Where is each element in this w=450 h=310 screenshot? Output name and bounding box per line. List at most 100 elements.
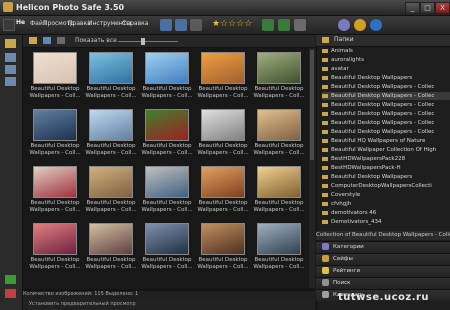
app-short-label: He	[16, 19, 26, 26]
print-icon[interactable]	[294, 19, 306, 31]
folder-item[interactable]: Beautiful Desktop Wallpapers - Collec	[322, 101, 450, 109]
thumbnail-item[interactable]: Beautiful Desktop Wallpapers - Coll...	[195, 52, 251, 107]
minimize-button[interactable]: _	[405, 2, 420, 14]
thumbnail-item[interactable]: Beautiful Desktop Wallpapers - Coll...	[83, 109, 139, 164]
folder-item[interactable]: Beautiful Desktop Wallpapers - Collec	[322, 119, 450, 127]
thumbnail-image[interactable]	[257, 109, 301, 141]
thumbnail-image[interactable]	[201, 223, 245, 255]
folder-item[interactable]: Demotivators_434	[322, 218, 450, 226]
thumbnail-image[interactable]	[201, 166, 245, 198]
thumbnail-item[interactable]: Beautiful Desktop Wallpapers - Coll...	[139, 52, 195, 107]
thumbnail-image[interactable]	[145, 109, 189, 141]
thumbnail-item[interactable]: Beautiful Desktop Wallpapers - Coll...	[139, 166, 195, 221]
thumbnail-image[interactable]	[89, 166, 133, 198]
folder-icon	[322, 192, 328, 197]
folder-label: Beautiful Desktop Wallpapers	[331, 174, 413, 180]
folder-icon	[322, 84, 328, 89]
view-list-icon[interactable]	[175, 19, 187, 31]
pictures-icon[interactable]	[5, 53, 16, 62]
folder-item[interactable]: BestHDWallpapersPack228	[322, 155, 450, 163]
thumbnail-image[interactable]	[33, 109, 77, 141]
folder-item[interactable]: auroralights	[322, 56, 450, 64]
panel-tab[interactable]: Рейтинги	[316, 265, 450, 277]
green-status-icon[interactable]	[5, 275, 16, 284]
folder-icon	[322, 66, 328, 71]
globe-icon[interactable]	[370, 19, 382, 31]
arrow-icon[interactable]	[57, 37, 65, 44]
export-icon[interactable]	[278, 19, 290, 31]
panel-tab[interactable]: Категории	[316, 241, 450, 253]
folder-item[interactable]: Beautiful Desktop Wallpapers - Collec	[322, 128, 450, 136]
thumbnail-image[interactable]	[145, 166, 189, 198]
rating-stars[interactable]: ★☆☆☆☆	[212, 19, 252, 29]
thumbnail-item[interactable]: Beautiful Desktop Wallpapers - Coll...	[195, 223, 251, 278]
folder-item[interactable]: Beautiful HQ Wallpapers of Nature	[322, 137, 450, 145]
folder-item[interactable]: Beautiful Desktop Wallpapers - Collec	[322, 110, 450, 118]
thumbnail-item[interactable]: Beautiful Desktop Wallpapers - Coll...	[251, 52, 307, 107]
thumbnail-item[interactable]: Beautiful Desktop Wallpapers - Coll...	[27, 223, 83, 278]
folder-item[interactable]: Beautiful Wallpaper Collection Of High	[322, 146, 450, 154]
folder-up-icon[interactable]	[29, 37, 37, 44]
thumbnail-item[interactable]: Beautiful Desktop Wallpapers - Coll...	[83, 52, 139, 107]
import-icon[interactable]	[262, 19, 274, 31]
thumbnail-item[interactable]: Beautiful Desktop Wallpapers - Coll...	[27, 109, 83, 164]
settings-icon[interactable]	[338, 19, 350, 31]
thumbnail-toolbar: Показать все	[23, 35, 315, 48]
panel-tab[interactable]: Сейфы	[316, 253, 450, 265]
thumbnail-image[interactable]	[145, 52, 189, 84]
selected-folder-path: Collection of Beautiful Desktop Wallpape…	[316, 231, 450, 240]
thumbnail-scrollbar-thumb[interactable]	[310, 50, 314, 160]
red-status-icon[interactable]	[5, 289, 16, 298]
folder-item[interactable]: cfvhgjh	[322, 200, 450, 208]
folder-icon[interactable]	[5, 39, 16, 48]
thumbnail-item[interactable]: Beautiful Desktop Wallpapers - Coll...	[195, 166, 251, 221]
maximize-button[interactable]: □	[420, 2, 435, 14]
thumbnail-image[interactable]	[257, 166, 301, 198]
safe-icon[interactable]	[354, 19, 366, 31]
thumbnail-item[interactable]: Beautiful Desktop Wallpapers - Coll...	[251, 166, 307, 221]
zoom-slider-thumb[interactable]	[141, 38, 145, 45]
thumbnail-item[interactable]: Beautiful Desktop Wallpapers - Coll...	[195, 109, 251, 164]
thumbnail-image[interactable]	[89, 223, 133, 255]
thumbnail-item[interactable]: Beautiful Desktop Wallpapers - Coll...	[251, 223, 307, 278]
thumbnail-item[interactable]: Beautiful Desktop Wallpapers - Coll...	[27, 52, 83, 107]
folder-item[interactable]: Beautiful Desktop Wallpapers	[322, 74, 450, 82]
view-grid-icon[interactable]	[160, 19, 172, 31]
pictures-icon-2[interactable]	[5, 65, 16, 74]
app-menu-icon[interactable]	[3, 19, 15, 31]
zoom-slider-track[interactable]	[118, 41, 178, 42]
folder-item[interactable]: avatar	[322, 65, 450, 73]
view-details-icon[interactable]	[190, 19, 202, 31]
thumbnail-image[interactable]	[33, 223, 77, 255]
thumbnail-image[interactable]	[145, 223, 189, 255]
folder-item[interactable]: demotivators 46	[322, 209, 450, 217]
thumbnail-image[interactable]	[89, 109, 133, 141]
thumbnail-image[interactable]	[201, 109, 245, 141]
thumbnail-image[interactable]	[33, 166, 77, 198]
thumbnail-item[interactable]: Beautiful Desktop Wallpapers - Coll...	[139, 109, 195, 164]
thumbnail-item[interactable]: Beautiful Desktop Wallpapers - Coll...	[251, 109, 307, 164]
close-button[interactable]: X	[435, 2, 450, 14]
thumbnail-caption: Beautiful Desktop Wallpapers - Coll...	[85, 257, 137, 270]
menu-help[interactable]: Справка	[122, 20, 148, 27]
preview-hint[interactable]: Установить предварительный просмотр	[29, 301, 136, 307]
thumbnail-image[interactable]	[201, 52, 245, 84]
thumbnail-image[interactable]	[257, 223, 301, 255]
folder-item[interactable]: Coverstyle	[322, 191, 450, 199]
refresh-icon[interactable]	[43, 37, 51, 44]
folder-item[interactable]: BestHDWallpapersPack-H	[322, 164, 450, 172]
thumbnail-image[interactable]	[89, 52, 133, 84]
folder-item[interactable]: Animals	[322, 47, 450, 55]
pictures-icon-3[interactable]	[5, 77, 16, 86]
thumbnail-item[interactable]: Beautiful Desktop Wallpapers - Coll...	[139, 223, 195, 278]
thumbnail-item[interactable]: Beautiful Desktop Wallpapers - Coll...	[83, 166, 139, 221]
folder-item[interactable]: ComputerDesktopWallpapersCollecti	[322, 182, 450, 190]
thumbnail-image[interactable]	[257, 52, 301, 84]
thumbnail-image[interactable]	[33, 52, 77, 84]
thumbnail-item[interactable]: Beautiful Desktop Wallpapers - Coll...	[27, 166, 83, 221]
panel-tab[interactable]: Поиск	[316, 277, 450, 289]
folder-item[interactable]: Beautiful Desktop Wallpapers - Collec	[322, 92, 450, 100]
thumbnail-item[interactable]: Beautiful Desktop Wallpapers - Coll...	[83, 223, 139, 278]
folder-item[interactable]: Beautiful Desktop Wallpapers	[322, 173, 450, 181]
folder-item[interactable]: Beautiful Desktop Wallpapers - Collec	[322, 83, 450, 91]
